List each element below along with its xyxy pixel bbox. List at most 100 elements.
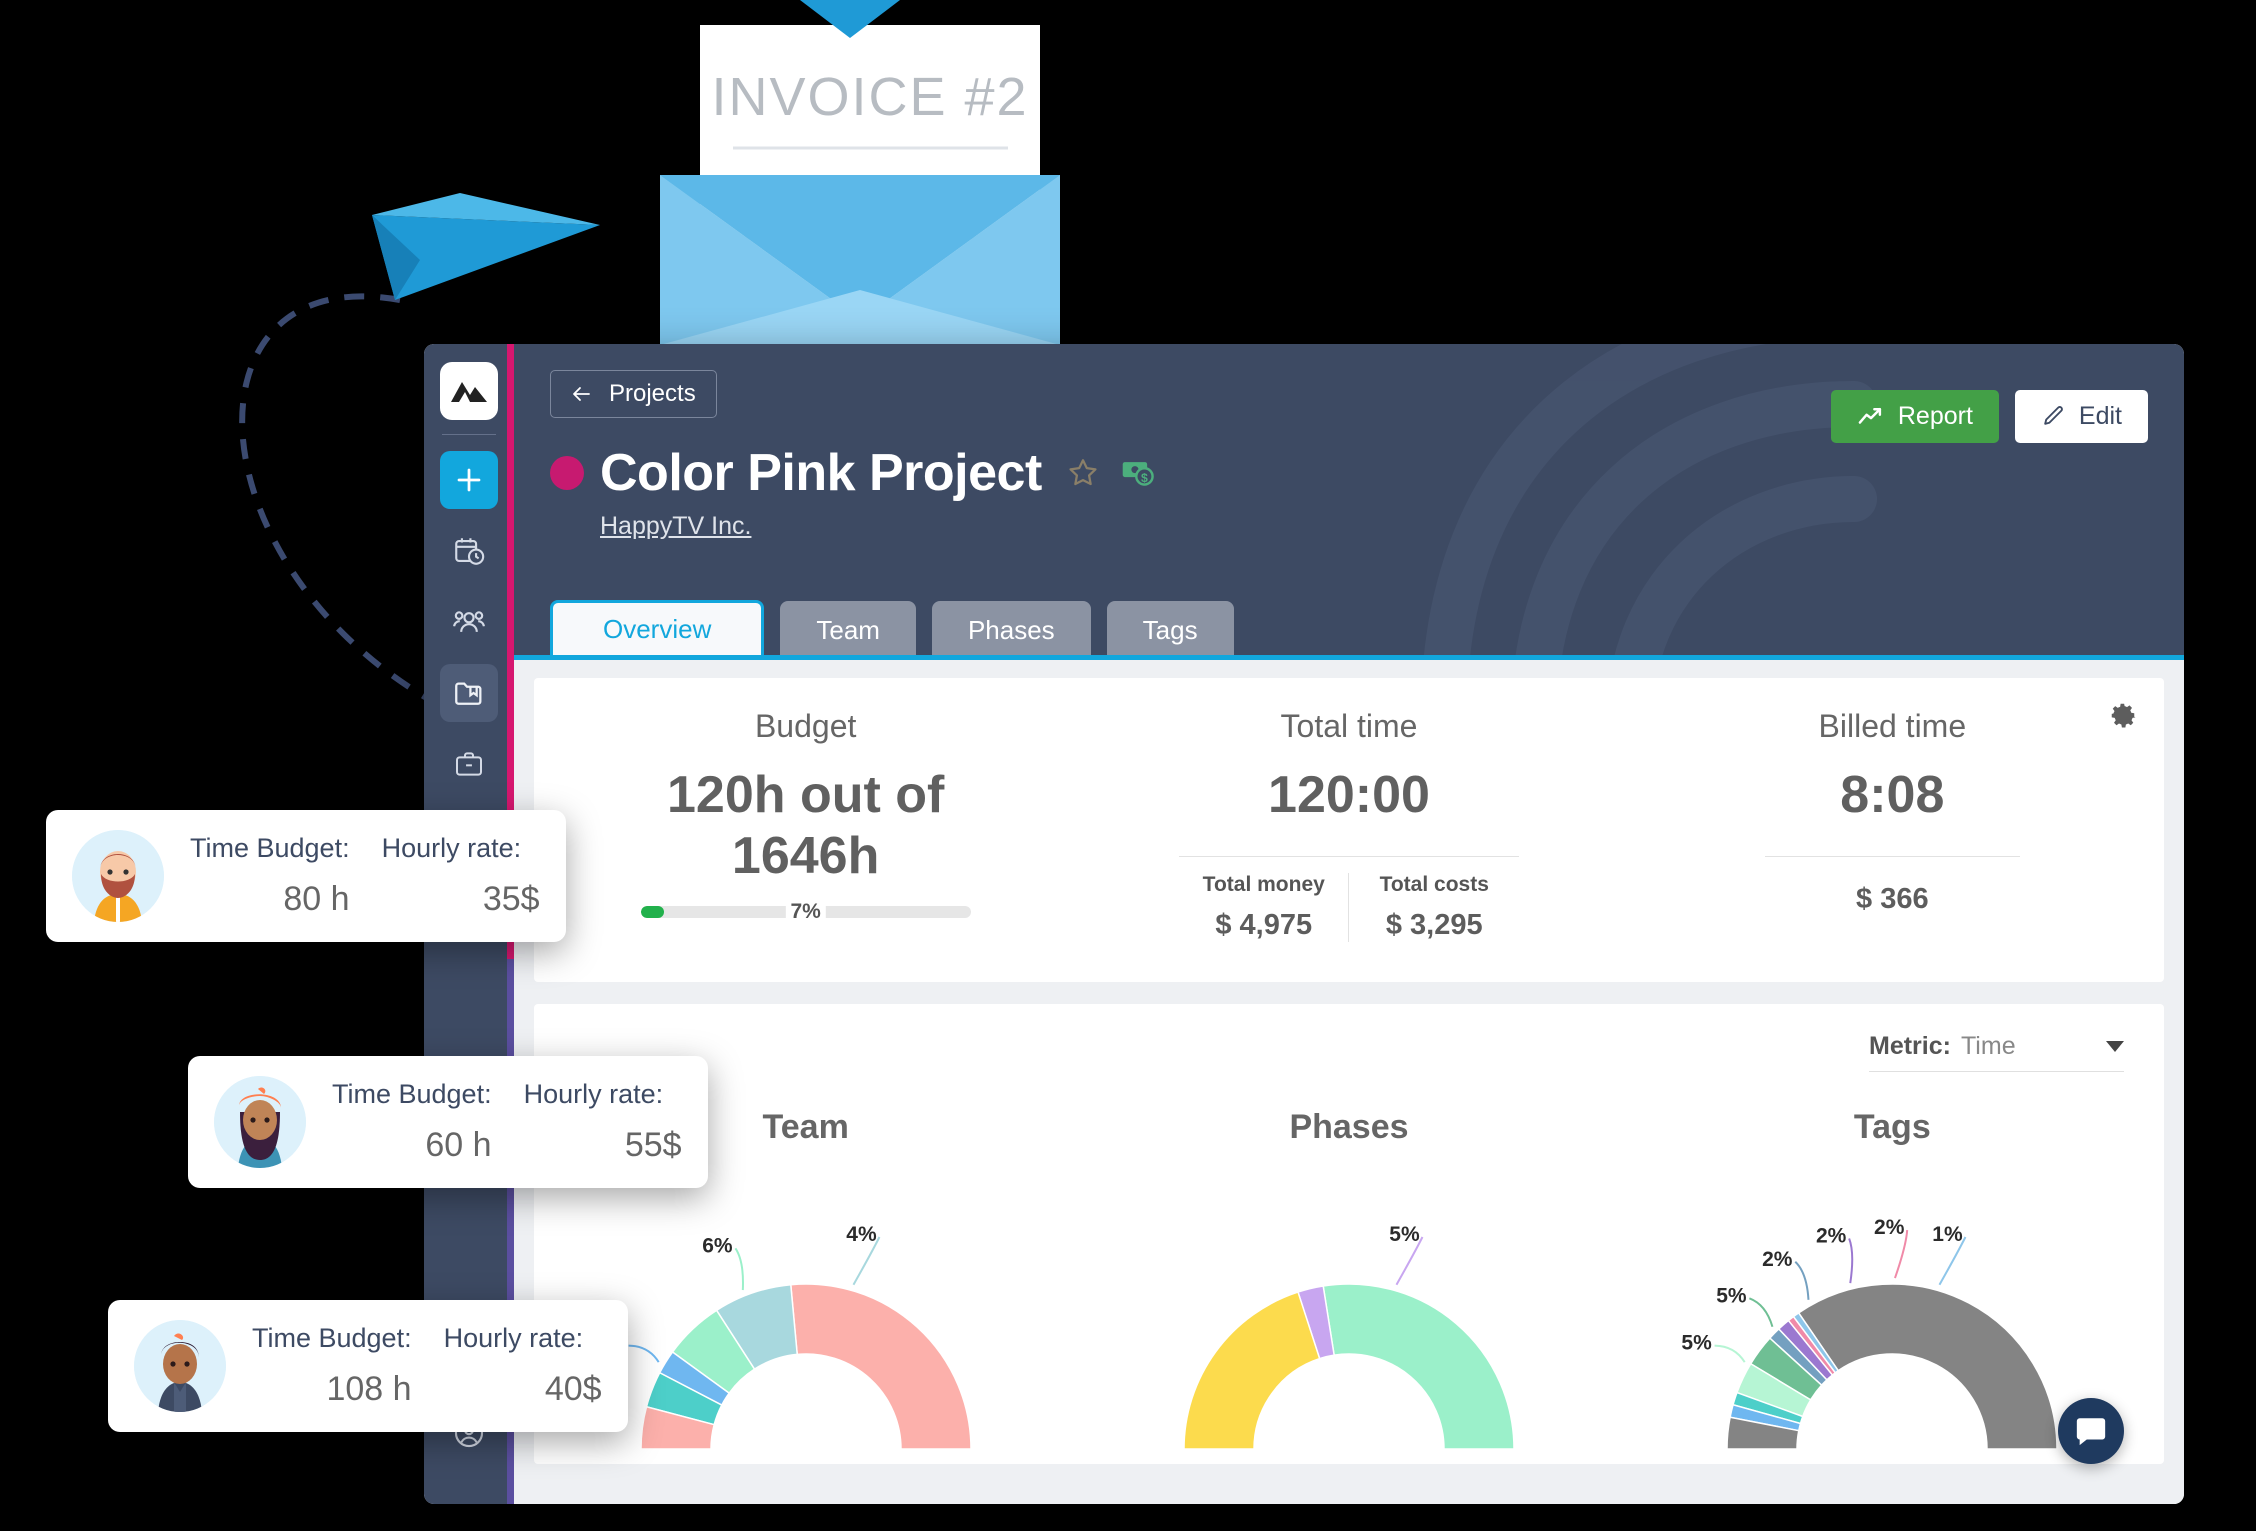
total-time-substats: Total money $ 4,975 Total costs $ 3,295: [1178, 856, 1519, 943]
stat-budget-title: Budget: [754, 708, 857, 744]
team-member-tooltip: Time Budget: 60 h Hourly rate: 55$: [188, 1056, 708, 1188]
substat-total-costs: Total costs $ 3,295: [1348, 873, 1519, 943]
stat-total-time: Total time 120:00 Total money $ 4,975 To…: [1077, 708, 1620, 943]
hourly-rate-col: Hourly rate: 40$: [444, 1323, 602, 1409]
tooltip-values: Time Budget: 60 h Hourly rate: 55$: [332, 1079, 682, 1165]
chart-slice-label: 5%: [1682, 1332, 1712, 1355]
chart-slice-label: 2%: [1874, 1216, 1905, 1239]
page-title: Color Pink Project: [600, 444, 1042, 502]
hourly-rate-value: 40$: [544, 1370, 602, 1408]
header-swoosh-decoration: [1423, 344, 1877, 660]
plus-icon: [457, 468, 481, 492]
hourly-rate-label: Hourly rate:: [381, 833, 522, 863]
time-budget-label: Time Budget:: [252, 1323, 412, 1353]
mountain-logo-icon: [451, 382, 487, 402]
stat-billed-time-value: 8:08: [1840, 766, 1945, 824]
chart-slice-label: 2%: [1762, 1248, 1793, 1271]
hourly-rate-label: Hourly rate:: [443, 1323, 584, 1353]
people-icon: [453, 611, 485, 633]
substat-total-money: Total money $ 4,975: [1179, 873, 1349, 942]
edit-button-label: Edit: [2078, 402, 2122, 430]
stat-budget-value: 120h out of 1646h: [666, 766, 945, 886]
substat-total-costs-label: Total costs: [1379, 873, 1489, 897]
billed-time-sub: $ 366: [1764, 856, 2020, 916]
project-title-row: Color Pink Project $: [550, 443, 2148, 503]
report-button-label: Report: [1897, 402, 1973, 430]
main-area: Projects Color Pink Project $ HappyTV In…: [514, 344, 2184, 1504]
hourly-rate-col: Hourly rate: 55$: [524, 1079, 682, 1165]
time-budget-value: 80 h: [283, 880, 350, 918]
chart-slice-label: 4%: [846, 1223, 877, 1246]
stat-total-time-title: Total time: [1280, 708, 1418, 744]
time-budget-value: 108 h: [326, 1370, 412, 1408]
sidebar-item-projects[interactable]: [440, 664, 498, 722]
tooltip-values: Time Budget: 108 h Hourly rate: 40$: [252, 1323, 602, 1409]
back-to-projects-button[interactable]: Projects: [550, 370, 717, 418]
phases-donut-chart[interactable]: 5%: [1139, 1159, 1559, 1459]
chart-slice-label: 1%: [1933, 1223, 1964, 1246]
tab-underline: [514, 655, 2184, 660]
project-color-dot: [550, 456, 584, 490]
chart-slice-label: 5%: [1389, 1223, 1420, 1246]
avatar: [134, 1320, 226, 1412]
breakdown-charts-card: Metric: Time Team 4%6%7% Phases 5% Tags: [534, 1004, 2164, 1465]
time-budget-value: 60 h: [425, 1126, 492, 1164]
sidebar-item-clients[interactable]: [440, 735, 498, 793]
report-button[interactable]: Report: [1830, 390, 1999, 443]
chart-tags-title: Tags: [1853, 1108, 1931, 1147]
tab-phases[interactable]: Phases: [931, 601, 1091, 660]
tab-overview[interactable]: Overview: [550, 600, 765, 660]
time-budget-col: Time Budget: 108 h: [252, 1323, 412, 1409]
team-member-tooltip: Time Budget: 80 h Hourly rate: 35$: [46, 810, 566, 942]
arrow-left-icon: [573, 387, 590, 401]
time-budget-col: Time Budget: 80 h: [190, 833, 350, 919]
metric-select[interactable]: Metric: Time: [1869, 1026, 2124, 1073]
edit-button[interactable]: Edit: [2014, 390, 2148, 443]
stat-billed-time-title: Billed time: [1818, 708, 1967, 744]
tooltip-values: Time Budget: 80 h Hourly rate: 35$: [190, 833, 540, 919]
team-donut-chart[interactable]: 4%6%7%: [596, 1159, 1016, 1459]
chart-slice-label: 5%: [1717, 1285, 1748, 1308]
client-link[interactable]: HappyTV Inc.: [600, 512, 751, 541]
chart-slice-label: 6%: [702, 1235, 733, 1258]
chart-slice-label: 2%: [1816, 1225, 1847, 1248]
app-window: Projects Color Pink Project $ HappyTV In…: [424, 344, 2184, 1504]
sidebar-divider: [442, 434, 496, 435]
header-actions: Report Edit: [1830, 390, 2148, 443]
intercom-chat-button[interactable]: [2058, 1398, 2124, 1464]
gear-icon: [2111, 703, 2136, 728]
stat-total-time-value: 120:00: [1268, 766, 1430, 824]
hourly-rate-col: Hourly rate: 35$: [382, 833, 540, 919]
avatar: [214, 1076, 306, 1168]
app-logo[interactable]: [440, 362, 498, 420]
avatar: [72, 830, 164, 922]
chevron-down-icon: [2106, 1041, 2124, 1053]
substat-total-costs-value: $ 3,295: [1385, 909, 1483, 942]
tab-tags[interactable]: Tags: [1106, 601, 1234, 660]
substat-total-money-value: $ 4,975: [1215, 909, 1313, 942]
team-member-tooltip: Time Budget: 108 h Hourly rate: 40$: [108, 1300, 628, 1432]
summary-stats-card: Budget 120h out of 1646h 7% Total time 1…: [534, 678, 2164, 983]
time-budget-col: Time Budget: 60 h: [332, 1079, 492, 1165]
trending-up-icon: [1858, 407, 1881, 424]
sidebar-item-timesheet[interactable]: [440, 522, 498, 580]
star-outline-icon[interactable]: [1066, 456, 1100, 490]
stats-settings-button[interactable]: [2108, 700, 2138, 735]
back-button-label: Projects: [609, 380, 696, 407]
tab-team[interactable]: Team: [780, 601, 916, 660]
svg-text:$: $: [1141, 471, 1148, 485]
chart-team-title: Team: [762, 1108, 849, 1147]
sidebar-item-team[interactable]: [440, 593, 498, 651]
calendar-clock-icon: [455, 538, 485, 565]
paper-plane-icon: [372, 193, 600, 300]
budget-progress-label: 7%: [785, 899, 826, 924]
billed-time-money: $ 366: [1856, 883, 1929, 916]
money-bill-icon[interactable]: $: [1120, 456, 1158, 490]
sidebar-item-add[interactable]: [440, 451, 498, 509]
tab-bar: Overview Team Phases Tags: [550, 600, 1234, 660]
substat-total-money-label: Total money: [1202, 873, 1325, 897]
folder-bookmark-icon: [455, 682, 482, 705]
budget-progress-fill: [640, 905, 664, 918]
tags-donut-chart[interactable]: 1% 2% 2% 2% 5% 5%: [1682, 1159, 2102, 1459]
avatar-young-man-icon: [134, 1320, 226, 1412]
